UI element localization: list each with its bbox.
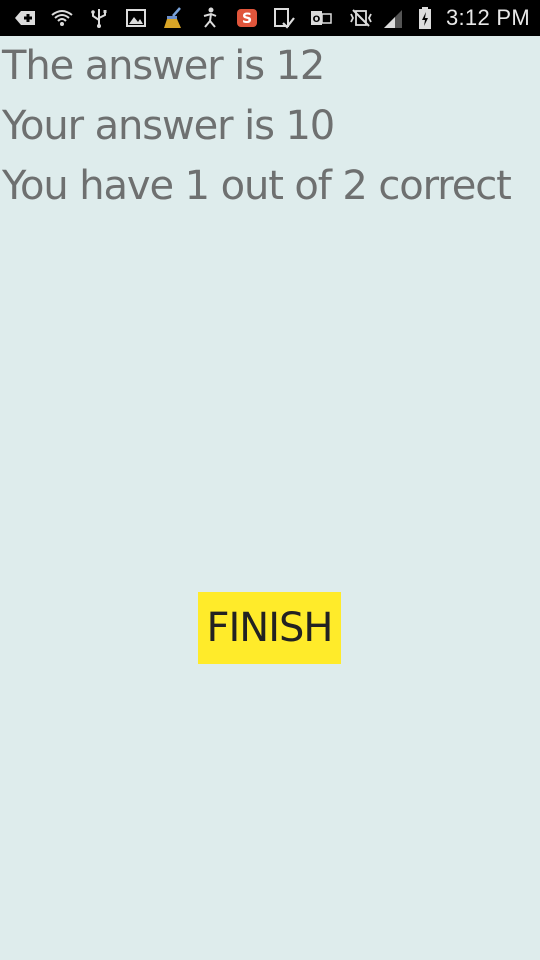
status-clock: 3:12 PM <box>445 5 530 30</box>
usb-icon <box>86 5 112 31</box>
download-complete-icon <box>271 5 297 31</box>
correct-answer-text: The answer is 12 <box>2 43 325 89</box>
outlook-icon: O <box>308 5 334 31</box>
add-notification-icon <box>12 5 38 31</box>
system-status: 3:12 PM <box>348 5 530 31</box>
status-bar: S O 3:12 PM <box>0 0 540 36</box>
vibrate-mute-icon <box>348 5 374 31</box>
cleaner-icon <box>160 5 186 31</box>
notification-icons: S O <box>12 5 334 31</box>
result-panel: The answer is 12 Your answer is 10 You h… <box>0 36 540 216</box>
gallery-icon <box>123 5 149 31</box>
svg-text:O: O <box>313 15 321 25</box>
your-answer-text: Your answer is 10 <box>2 103 335 149</box>
accessibility-icon <box>197 5 223 31</box>
signal-icon <box>380 5 406 31</box>
app-s-icon: S <box>234 5 260 31</box>
wifi-icon <box>49 5 75 31</box>
score-text: You have 1 out of 2 correct <box>2 163 512 209</box>
battery-charging-icon <box>412 5 438 31</box>
finish-button[interactable]: FINISH <box>198 592 341 664</box>
svg-text:S: S <box>242 11 252 27</box>
